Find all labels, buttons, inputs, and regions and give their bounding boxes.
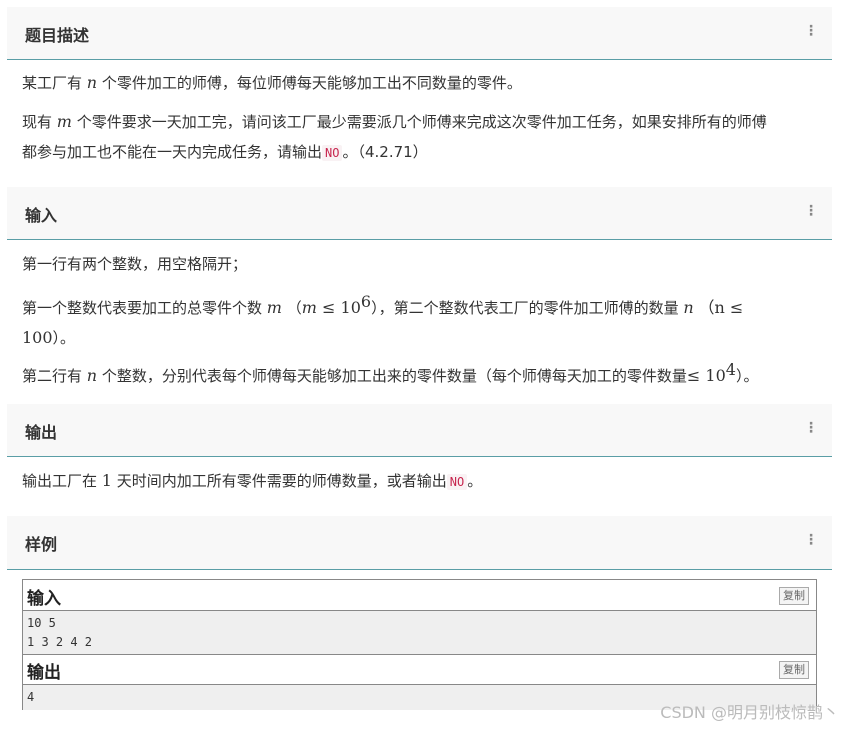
input-para-3: 第二行有 n 个整数，分别代表每个师傅每天能够加工出来的零件数量（每个师傅每天加… (22, 360, 759, 385)
input-header: 输入 ⋮ (7, 187, 832, 240)
sample-input-box: 输入 复制 10 5 1 3 2 4 2 (22, 579, 817, 655)
vertical-dots-icon[interactable]: ⋮ (804, 204, 818, 218)
description-para-1: 某工厂有 n 个零件加工的师傅，每位师傅每天能够加工出不同数量的零件。 (22, 73, 522, 92)
sample-input-content[interactable]: 10 5 1 3 2 4 2 (23, 610, 816, 655)
output-title: 输出 (25, 423, 58, 442)
description-title: 题目描述 (25, 26, 90, 45)
csdn-watermark: CSDN @明月别枝惊鹊丶 (660, 703, 839, 722)
vertical-dots-icon[interactable]: ⋮ (804, 24, 818, 38)
description-para-2: 现有 m 个零件要求一天加工完，请问该工厂最少需要派几个师傅来完成这次零件加工任… (22, 112, 767, 161)
sample-output-label: 输出 (27, 663, 61, 683)
input-para-2: 第一个整数代表要加工的总零件个数 m （m ≤ 106），第二个整数代表工厂的零… (22, 292, 744, 347)
vertical-dots-icon[interactable]: ⋮ (804, 421, 818, 435)
output-para-1: 输出工厂在 1 天时间内加工所有零件需要的师傅数量，或者输出 NO。 (22, 471, 483, 490)
input-title: 输入 (25, 206, 58, 225)
sample-input-label: 输入 (27, 589, 61, 609)
copy-input-button[interactable]: 复制 (779, 587, 809, 605)
no-code: NO (446, 474, 468, 490)
sample-header: 样例 ⋮ (7, 516, 832, 570)
vertical-dots-icon[interactable]: ⋮ (804, 533, 818, 547)
sample-input-line: 10 5 (27, 616, 56, 630)
input-para-1: 第一行有两个整数，用空格隔开； (22, 255, 248, 273)
sample-title: 样例 (25, 535, 58, 554)
output-header: 输出 ⋮ (7, 404, 832, 457)
sample-input-line: 1 3 2 4 2 (27, 635, 93, 649)
copy-output-button[interactable]: 复制 (779, 661, 809, 679)
no-code: NO (322, 145, 343, 161)
description-header: 题目描述 ⋮ (7, 7, 832, 60)
